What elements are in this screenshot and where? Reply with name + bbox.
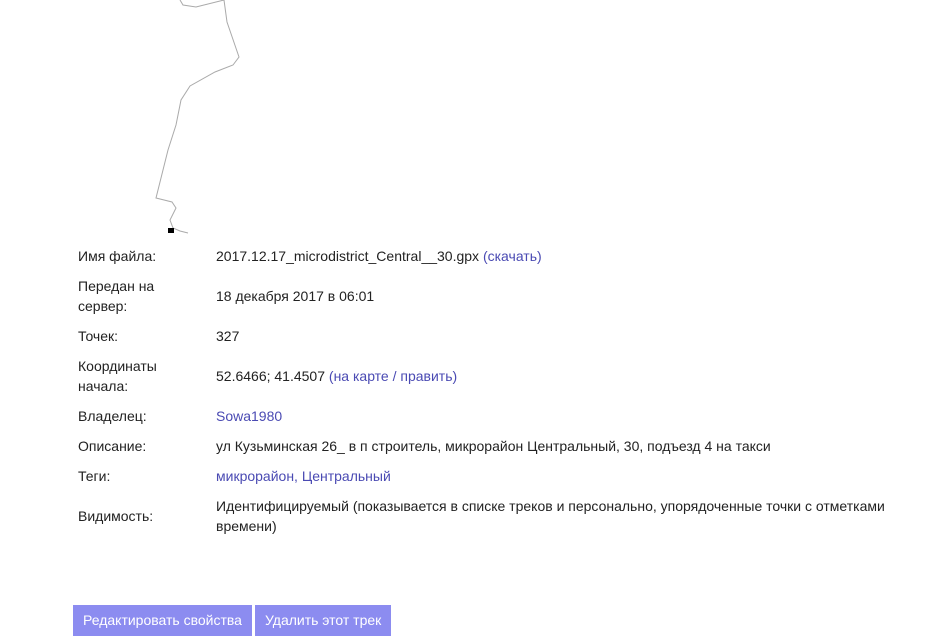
start-coords-label: Координаты начала: <box>78 358 157 394</box>
slash-separator: / <box>388 368 401 384</box>
start-coords-value: 52.6466; 41.4507 (на карте / править) <box>210 351 902 401</box>
owner-value: Sowa1980 <box>210 401 902 431</box>
visibility-value: Идентифицируемый (показывается в списке … <box>216 498 885 534</box>
row-file-name: Имя файла: 2017.12.17_microdistrict_Cent… <box>72 241 902 271</box>
uploaded-label: Передан на сервер: <box>78 278 155 314</box>
points-label: Точек: <box>78 328 119 344</box>
tags-label: Теги: <box>78 468 111 484</box>
track-info-table: Имя файла: 2017.12.17_microdistrict_Cent… <box>72 241 902 541</box>
track-details-page: Имя файла: 2017.12.17_microdistrict_Cent… <box>0 0 936 636</box>
row-start-coords: Координаты начала: 52.6466; 41.4507 (на … <box>72 351 902 401</box>
row-uploaded: Передан на сервер: 18 декабря 2017 в 06:… <box>72 271 902 321</box>
edit-coords-link[interactable]: править <box>400 368 452 384</box>
row-points: Точек: 327 <box>72 321 902 351</box>
paren-close: ) <box>537 248 542 264</box>
description-value: ул Кузьминская 26_ в п строитель, микрор… <box>216 438 771 454</box>
description-label: Описание: <box>78 438 147 454</box>
track-end-marker <box>168 228 174 233</box>
track-preview-image <box>0 0 936 240</box>
delete-track-button[interactable]: Удалить этот трек <box>254 605 392 636</box>
row-tags: Теги: микрорайон, Центральный <box>72 461 902 491</box>
paren-close: ) <box>452 368 458 384</box>
track-line-drawing <box>155 0 240 234</box>
tags-link[interactable]: микрорайон, Центральный <box>216 468 391 484</box>
visibility-label: Видимость: <box>78 508 154 524</box>
action-buttons: Редактировать свойства Удалить этот трек <box>73 605 392 636</box>
download-link[interactable]: скачать <box>488 248 537 264</box>
owner-label: Владелец: <box>78 408 147 424</box>
edit-properties-button[interactable]: Редактировать свойства <box>73 605 252 636</box>
file-name-value: 2017.12.17_microdistrict_Central__30.gpx… <box>210 241 902 271</box>
row-owner: Владелец: Sowa1980 <box>72 401 902 431</box>
points-value: 327 <box>216 328 240 344</box>
row-visibility: Видимость: Идентифицируемый (показываетс… <box>72 491 902 541</box>
row-description: Описание: ул Кузьминская 26_ в п строите… <box>72 431 902 461</box>
file-name-label: Имя файла: <box>78 248 157 264</box>
file-name: 2017.12.17_microdistrict_Central__30.gpx <box>216 248 480 264</box>
owner-link[interactable]: Sowa1980 <box>216 408 282 424</box>
tags-value: микрорайон, Центральный <box>210 461 902 491</box>
start-coords: 52.6466; 41.4507 <box>216 368 325 384</box>
uploaded-value: 18 декабря 2017 в 06:01 <box>216 288 375 304</box>
track-path <box>155 0 240 234</box>
on-map-link[interactable]: на карте <box>334 368 389 384</box>
